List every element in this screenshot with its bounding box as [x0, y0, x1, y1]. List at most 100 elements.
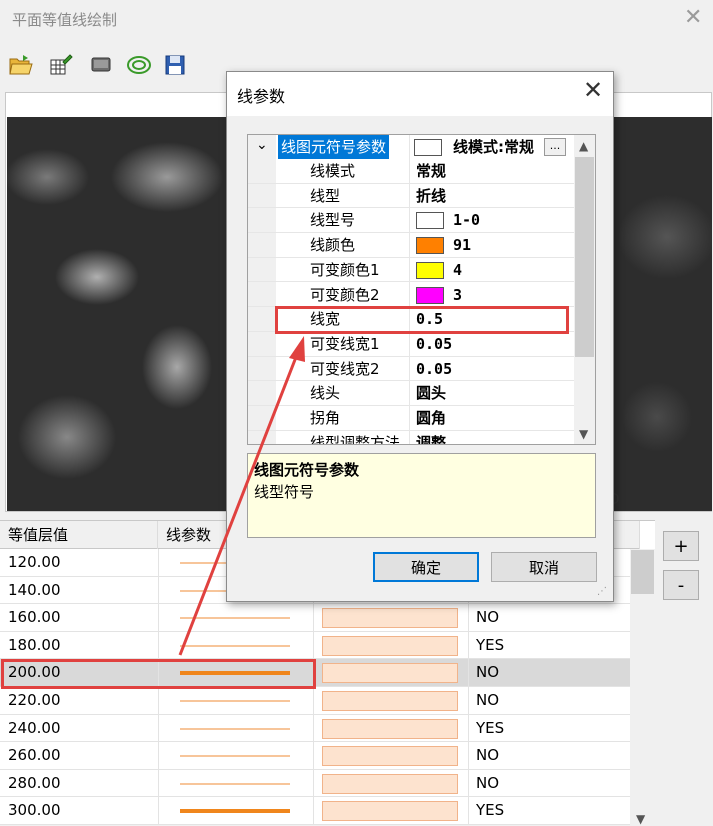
property-group-value: 线模式:常规: [453, 138, 534, 156]
cell-divider: [158, 769, 159, 798]
property-group-name[interactable]: 线图元符号参数: [278, 135, 390, 159]
property-row[interactable]: 拐角 圆角: [248, 406, 574, 431]
level-value: 140.00: [8, 580, 61, 599]
table-row[interactable]: 220.00 NO: [0, 687, 630, 715]
property-row[interactable]: 可变颜色1 4: [248, 258, 574, 283]
property-value[interactable]: 圆头: [416, 381, 446, 405]
table-row[interactable]: 300.00 YES: [0, 797, 630, 825]
toolbar: [8, 52, 238, 78]
property-row[interactable]: 可变颜色2 3: [248, 283, 574, 308]
property-value[interactable]: 折线: [416, 184, 446, 208]
property-value[interactable]: 3: [453, 283, 462, 307]
property-row[interactable]: 线型调整方法 调整: [248, 431, 574, 444]
fill-sample[interactable]: [322, 801, 458, 822]
property-value[interactable]: 91: [453, 233, 471, 257]
level-value: 220.00: [8, 691, 61, 709]
chevron-down-icon[interactable]: ⌄: [256, 137, 268, 153]
table-row[interactable]: 280.00 NO: [0, 769, 630, 798]
level-value: 120.00: [8, 553, 61, 571]
add-level-button[interactable]: +: [663, 531, 699, 561]
fill-sample[interactable]: [322, 718, 458, 739]
scroll-down-icon[interactable]: ▼: [636, 812, 645, 826]
main-close-button[interactable]: ✕: [684, 5, 702, 30]
line-sample[interactable]: [180, 782, 290, 785]
fill-sample[interactable]: [322, 691, 458, 711]
line-params-dialog: 线参数 ✕ ⌄ 线图元符号参数 线模式:常规 ... 线模式 常规 线型 折线 线型号 1…: [226, 71, 614, 602]
ok-button[interactable]: 确定: [373, 552, 479, 582]
property-value[interactable]: 1-0: [453, 208, 480, 232]
property-value[interactable]: 常规: [416, 159, 446, 183]
fill-sample[interactable]: [322, 746, 458, 767]
monitor-icon[interactable]: [88, 52, 114, 78]
level-flag[interactable]: NO: [476, 604, 499, 631]
ellipsis-button[interactable]: ...: [544, 138, 566, 156]
property-value[interactable]: 调整: [416, 431, 446, 444]
level-flag[interactable]: NO: [476, 742, 499, 769]
property-row[interactable]: 线头 圆头: [248, 381, 574, 406]
grid-edit-icon[interactable]: [48, 52, 74, 78]
property-value[interactable]: 圆角: [416, 406, 446, 430]
cell-divider: [158, 604, 159, 633]
property-row[interactable]: 线型号 1-0: [248, 208, 574, 234]
property-value[interactable]: 4: [453, 258, 462, 282]
cell-divider: [158, 631, 159, 660]
fill-sample[interactable]: [322, 608, 458, 629]
fill-sample[interactable]: [322, 635, 458, 656]
highlight-line-width-row: [275, 306, 569, 334]
level-flag[interactable]: YES: [476, 715, 504, 742]
property-name: 可变线宽2: [310, 359, 380, 378]
table-row[interactable]: 180.00 YES: [0, 631, 630, 660]
color-swatch[interactable]: [416, 212, 444, 230]
property-row[interactable]: 线模式 常规: [248, 159, 574, 184]
cell-divider: [468, 659, 469, 688]
property-value[interactable]: 0.05: [416, 357, 452, 381]
line-sample[interactable]: [180, 809, 290, 814]
color-swatch[interactable]: [416, 286, 444, 304]
dialog-close-button[interactable]: ✕: [583, 76, 603, 104]
cell-divider: [468, 714, 469, 743]
line-sample[interactable]: [180, 755, 290, 758]
property-group-row[interactable]: ⌄ 线图元符号参数 线模式:常规 ...: [248, 135, 574, 159]
level-flag[interactable]: NO: [476, 659, 499, 686]
line-sample[interactable]: [180, 644, 290, 647]
fill-sample[interactable]: [322, 773, 458, 794]
remove-level-button[interactable]: -: [663, 570, 699, 600]
cell-divider: [158, 687, 159, 715]
table-row[interactable]: 240.00 YES: [0, 714, 630, 743]
level-value: 160.00: [8, 608, 61, 627]
line-sample[interactable]: [180, 727, 290, 730]
level-flag[interactable]: YES: [476, 632, 504, 659]
line-sample[interactable]: [180, 617, 290, 620]
save-disk-icon[interactable]: [162, 52, 188, 78]
table-row[interactable]: 160.00 NO: [0, 604, 630, 633]
property-name: 线头: [310, 384, 341, 403]
level-flag[interactable]: NO: [476, 770, 499, 797]
property-row[interactable]: 线型 折线: [248, 184, 574, 209]
open-folder-icon[interactable]: [8, 52, 34, 78]
highlight-level-200-row: [1, 659, 316, 689]
cell-divider: [313, 604, 314, 633]
level-flag[interactable]: NO: [476, 687, 499, 714]
property-scrollbar-thumb[interactable]: [575, 157, 594, 357]
property-row[interactable]: 可变线宽1 0.05: [248, 332, 574, 357]
cell-divider: [468, 742, 469, 771]
color-swatch[interactable]: [416, 237, 444, 255]
cell-divider: [313, 714, 314, 743]
contour-icon[interactable]: [126, 52, 152, 78]
table-scrollbar-thumb[interactable]: [631, 550, 654, 594]
resize-grip-icon[interactable]: ⋰: [597, 586, 607, 597]
line-sample[interactable]: [180, 700, 290, 702]
scroll-up-icon[interactable]: ▲: [579, 139, 588, 153]
cancel-button[interactable]: 取消: [491, 552, 597, 582]
property-row[interactable]: 线颜色 91: [248, 233, 574, 258]
scroll-down-icon[interactable]: ▼: [579, 427, 588, 441]
group-line-swatch: [414, 139, 442, 156]
fill-sample[interactable]: [322, 663, 458, 684]
property-value[interactable]: 0.05: [416, 332, 452, 356]
property-name: 可变颜色2: [310, 285, 380, 304]
column-header-level[interactable]: 等值层值: [0, 521, 158, 549]
color-swatch[interactable]: [416, 261, 444, 279]
level-flag[interactable]: YES: [476, 797, 504, 824]
property-row[interactable]: 可变线宽2 0.05: [248, 357, 574, 382]
table-row[interactable]: 260.00 NO: [0, 742, 630, 771]
